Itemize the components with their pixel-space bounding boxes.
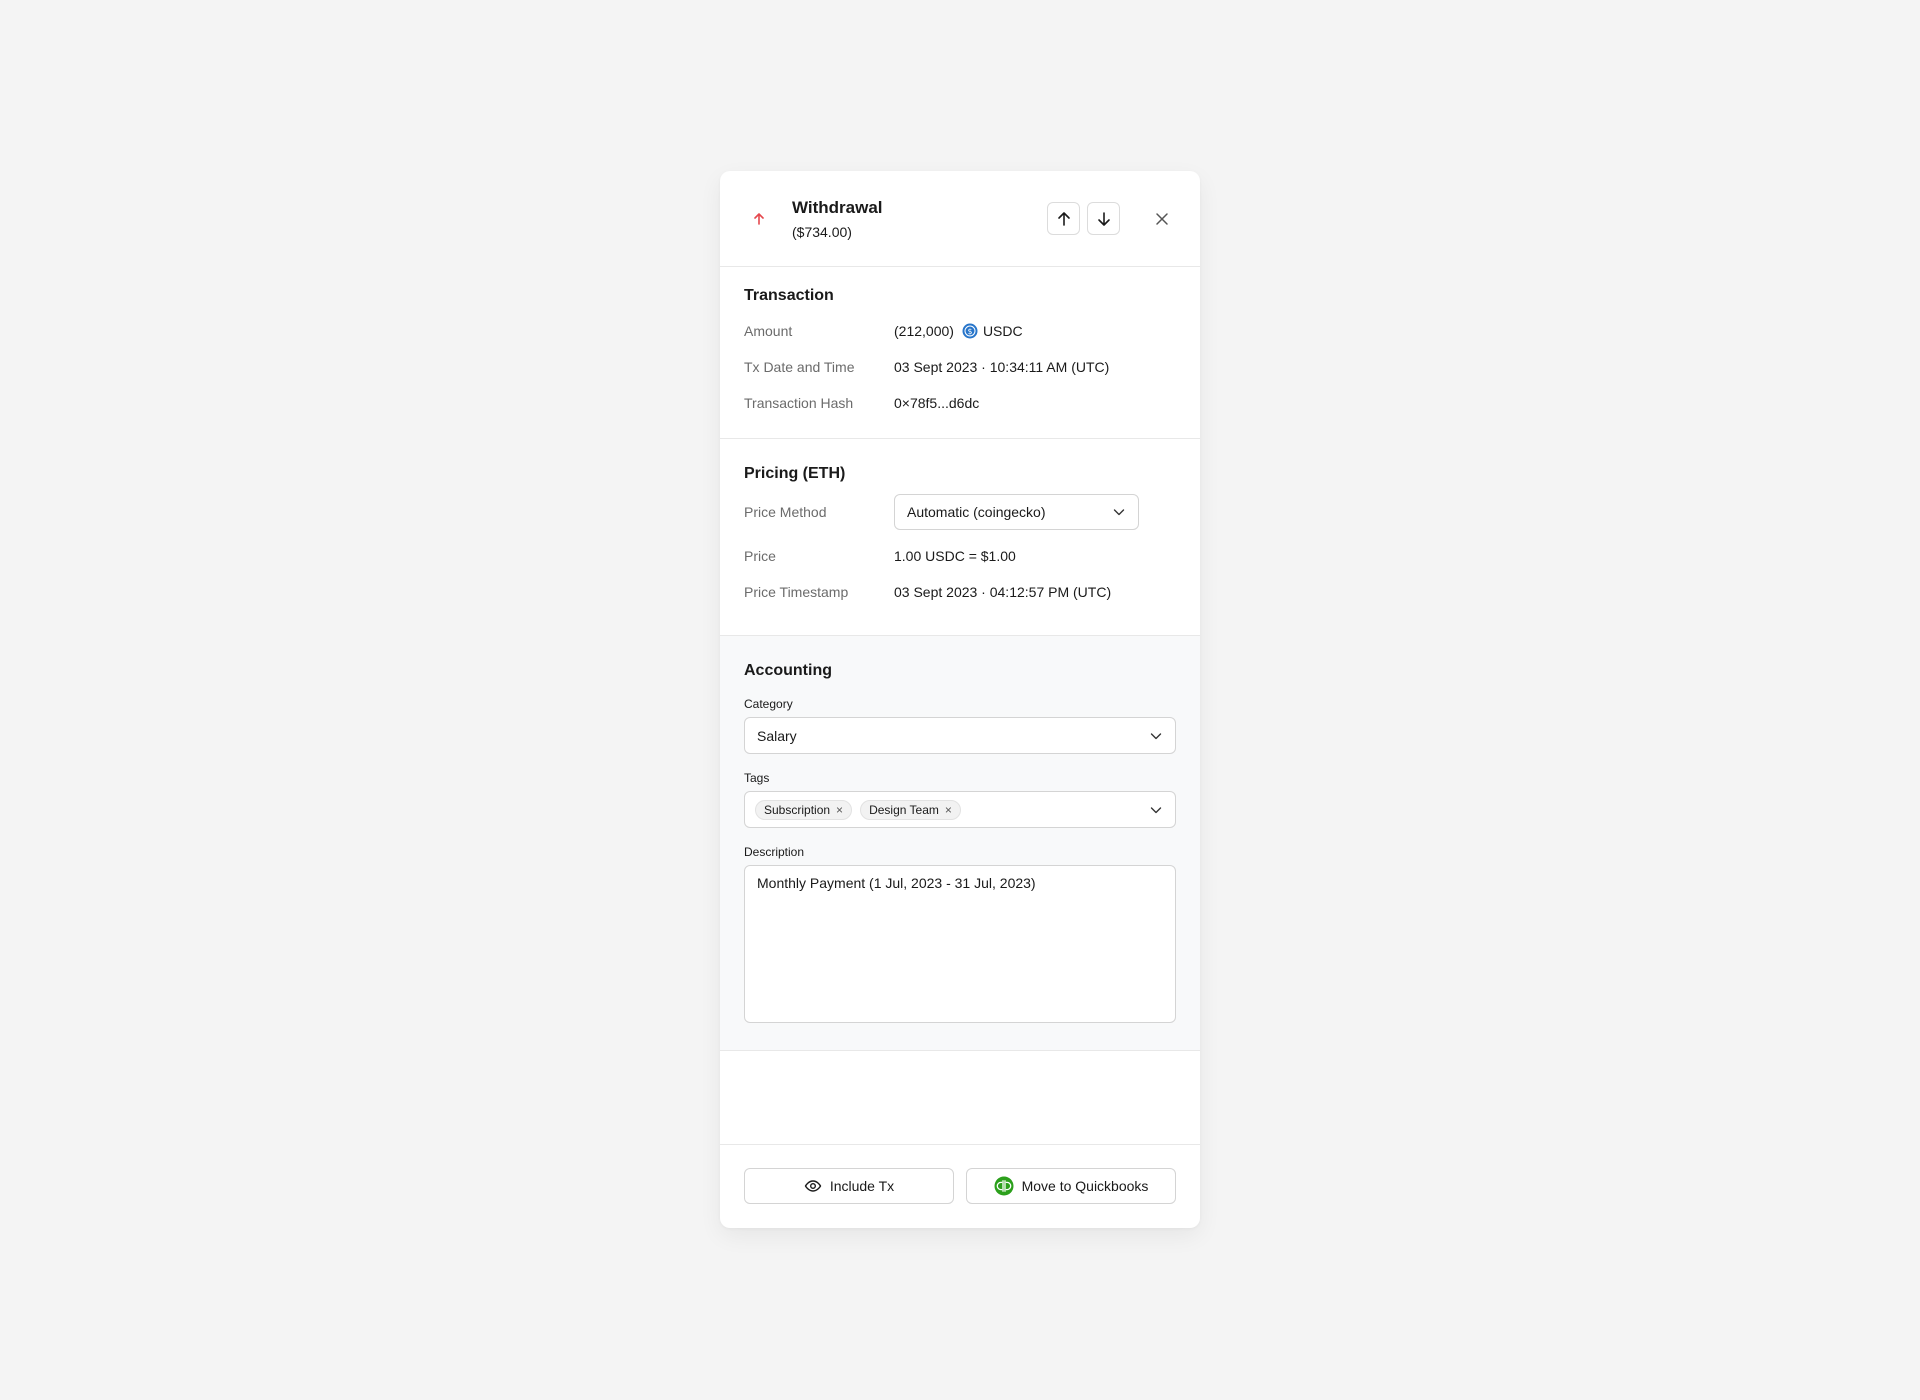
description-field: Description Monthly Payment (1 Jul, 2023…: [744, 845, 1176, 1028]
tag-remove-icon[interactable]: ×: [836, 803, 843, 817]
tx-datetime-value: 03 Sept 2023 · 10:34:11 AM (UTC): [894, 359, 1110, 375]
price-timestamp-row: Price Timestamp 03 Sept 2023 · 04:12:57 …: [744, 574, 1176, 610]
close-button[interactable]: [1148, 205, 1176, 233]
description-textarea[interactable]: Monthly Payment (1 Jul, 2023 - 31 Jul, 2…: [744, 865, 1176, 1023]
include-tx-label: Include Tx: [829, 1178, 895, 1194]
section-title-transaction: Transaction: [744, 287, 834, 304]
category-select[interactable]: Salary: [744, 717, 1176, 754]
category-label: Category: [744, 697, 793, 711]
tag-list: Subscription × Design Team ×: [755, 799, 961, 820]
category-value: Salary: [757, 727, 797, 744]
tx-hash-link[interactable]: 0×78f5...d6dc: [894, 395, 979, 411]
accounting-section: Accounting Category Salary Tags Subscrip…: [720, 636, 1200, 1051]
tags-label: Tags: [744, 771, 770, 785]
price-label: Price: [744, 548, 776, 564]
price-method-select[interactable]: Automatic (coingecko): [894, 494, 1139, 530]
tag-label: Design Team: [869, 802, 939, 817]
usdc-icon: $: [962, 323, 978, 339]
category-field: Category Salary: [744, 697, 1176, 754]
previous-transaction-button[interactable]: [1047, 202, 1080, 235]
arrow-down-icon: [1097, 211, 1110, 226]
tx-hash-label: Transaction Hash: [744, 395, 854, 411]
include-tx-button[interactable]: Include Tx: [744, 1168, 954, 1204]
token-symbol: USDC: [982, 323, 1023, 339]
tag-chip: Subscription ×: [755, 799, 853, 820]
page-title: Withdrawal: [792, 198, 883, 217]
panel-header: Withdrawal ($734.00): [720, 171, 1200, 267]
move-to-quickbooks-label: Move to Quickbooks: [1021, 1178, 1149, 1194]
price-row: Price 1.00 USDC = $1.00: [744, 538, 1176, 574]
amount-value: (212,000): [894, 323, 954, 339]
section-title-accounting: Accounting: [744, 662, 832, 679]
price-value: 1.00 USDC = $1.00: [894, 548, 1016, 564]
tag-label: Subscription: [764, 802, 831, 817]
tags-field: Tags Subscription × Design Team ×: [744, 771, 1176, 828]
arrow-up-icon: [744, 204, 774, 234]
svg-text:$: $: [968, 327, 973, 336]
arrow-up-icon: [1057, 211, 1070, 226]
price-method-row: Price Method Automatic (coingecko): [744, 494, 1176, 530]
header-title-block: Withdrawal ($734.00): [792, 197, 1040, 240]
close-icon: [1156, 212, 1168, 225]
section-title-pricing: Pricing (ETH): [744, 465, 846, 482]
price-method-label: Price Method: [744, 504, 827, 520]
price-method-value: Automatic (coingecko): [907, 504, 1046, 520]
tag-chip: Design Team ×: [860, 799, 961, 820]
usd-amount: ($734.00): [792, 224, 852, 240]
tx-datetime-row: Tx Date and Time 03 Sept 2023 · 10:34:11…: [744, 349, 1176, 385]
description-label: Description: [744, 845, 805, 859]
next-transaction-button[interactable]: [1087, 202, 1120, 235]
amount-value-group: (212,000) $ USDC: [894, 323, 1023, 339]
empty-spacer: [720, 1051, 1200, 1145]
transaction-section: Transaction Amount (212,000) $ USDC Tx D…: [720, 267, 1200, 439]
tag-remove-icon[interactable]: ×: [945, 803, 952, 817]
chevron-down-icon: [1150, 732, 1162, 739]
price-timestamp-value: 03 Sept 2023 · 04:12:57 PM (UTC): [894, 584, 1112, 600]
amount-row: Amount (212,000) $ USDC: [744, 313, 1176, 349]
transaction-detail-panel: Withdrawal ($734.00) Transaction Amount …: [720, 171, 1200, 1228]
amount-label: Amount: [744, 323, 793, 339]
tx-datetime-label: Tx Date and Time: [744, 359, 855, 375]
chevron-down-icon: [1113, 509, 1125, 516]
tags-select[interactable]: Subscription × Design Team ×: [744, 791, 1176, 828]
pricing-section: Pricing (ETH) Price Method Automatic (co…: [720, 439, 1200, 636]
price-timestamp-label: Price Timestamp: [744, 584, 849, 600]
quickbooks-logo-icon: [994, 1176, 1014, 1196]
eye-icon: [804, 1180, 822, 1192]
panel-footer: Include Tx Move to Quickbooks: [720, 1145, 1200, 1228]
move-to-quickbooks-button[interactable]: Move to Quickbooks: [966, 1168, 1176, 1204]
tx-hash-row: Transaction Hash 0×78f5...d6dc: [744, 385, 1176, 421]
chevron-down-icon: [1150, 806, 1162, 813]
